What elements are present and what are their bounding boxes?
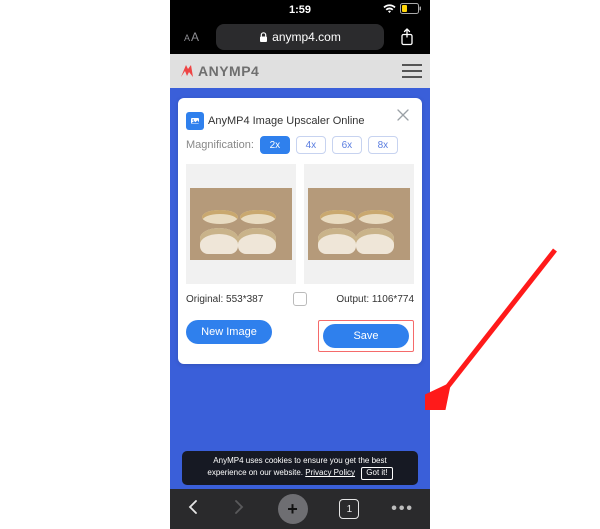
original-size-label: Original: 553*387 — [186, 294, 263, 305]
ios-status-bar: 1:59 — [170, 0, 430, 20]
modal-actions: New Image Save — [186, 320, 414, 352]
text-size-button[interactable]: AA — [178, 24, 208, 50]
original-image — [190, 188, 291, 260]
app-icon — [186, 112, 204, 130]
cookie-line2: experience on our website. — [207, 468, 303, 477]
lock-icon — [259, 32, 268, 43]
svg-text:A: A — [184, 33, 190, 43]
safari-url-bar: AA anymp4.com — [170, 20, 430, 54]
output-size-label: Output: 1106*774 — [336, 294, 414, 305]
upscaler-modal: AnyMP4 Image Upscaler Online Magnificati… — [178, 98, 422, 364]
status-icons — [383, 3, 422, 14]
site-header: ANYMP4 — [170, 54, 430, 88]
page-viewport: ANYMP4 AnyMP4 Image Upscaler Online Magn… — [170, 54, 430, 489]
address-field[interactable]: anymp4.com — [216, 24, 384, 50]
new-image-button[interactable]: New Image — [186, 320, 272, 344]
save-button[interactable]: Save — [323, 324, 409, 348]
cookie-line1: AnyMP4 uses cookies to ensure you get th… — [188, 456, 412, 467]
magnification-8x[interactable]: 8x — [368, 136, 398, 154]
back-button[interactable] — [186, 499, 200, 520]
tabs-count: 1 — [347, 504, 353, 515]
safari-toolbar: + 1 ••• — [170, 489, 430, 529]
forward-button — [232, 499, 246, 520]
tabs-button[interactable]: 1 — [339, 499, 359, 519]
output-image — [308, 188, 409, 260]
brand[interactable]: ANYMP4 — [178, 62, 259, 80]
phone-frame: 1:59 AA anymp4.com ANYMP4 — [170, 0, 430, 529]
battery-icon — [400, 3, 422, 14]
brand-logo-icon — [178, 62, 196, 80]
status-time: 1:59 — [289, 4, 311, 16]
hamburger-menu-icon[interactable] — [402, 64, 422, 78]
annotation-arrow-icon — [425, 240, 565, 410]
wifi-icon — [383, 4, 396, 14]
image-compare — [186, 164, 414, 284]
brand-text: ANYMP4 — [198, 63, 259, 79]
url-text: anymp4.com — [272, 30, 341, 44]
cookie-accept-button[interactable]: Got it! — [361, 467, 392, 480]
compare-toggle[interactable] — [293, 292, 307, 306]
more-button[interactable]: ••• — [391, 500, 414, 518]
close-button[interactable] — [392, 104, 414, 126]
cookie-banner: AnyMP4 uses cookies to ensure you get th… — [182, 451, 418, 485]
output-image-pane — [304, 164, 414, 284]
new-tab-button[interactable]: + — [278, 494, 308, 524]
magnification-6x[interactable]: 6x — [332, 136, 362, 154]
save-highlight-box: Save — [318, 320, 414, 352]
svg-text:A: A — [191, 30, 199, 44]
magnification-2x[interactable]: 2x — [260, 136, 290, 154]
privacy-policy-link[interactable]: Privacy Policy — [305, 468, 355, 477]
image-meta-row: Original: 553*387 Output: 1106*774 — [186, 292, 414, 306]
original-image-pane — [186, 164, 296, 284]
magnification-row: Magnification: 2x 4x 6x 8x — [186, 136, 414, 154]
magnification-4x[interactable]: 4x — [296, 136, 326, 154]
share-button[interactable] — [392, 24, 422, 50]
magnification-label: Magnification: — [186, 139, 254, 151]
modal-title: AnyMP4 Image Upscaler Online — [208, 115, 365, 127]
